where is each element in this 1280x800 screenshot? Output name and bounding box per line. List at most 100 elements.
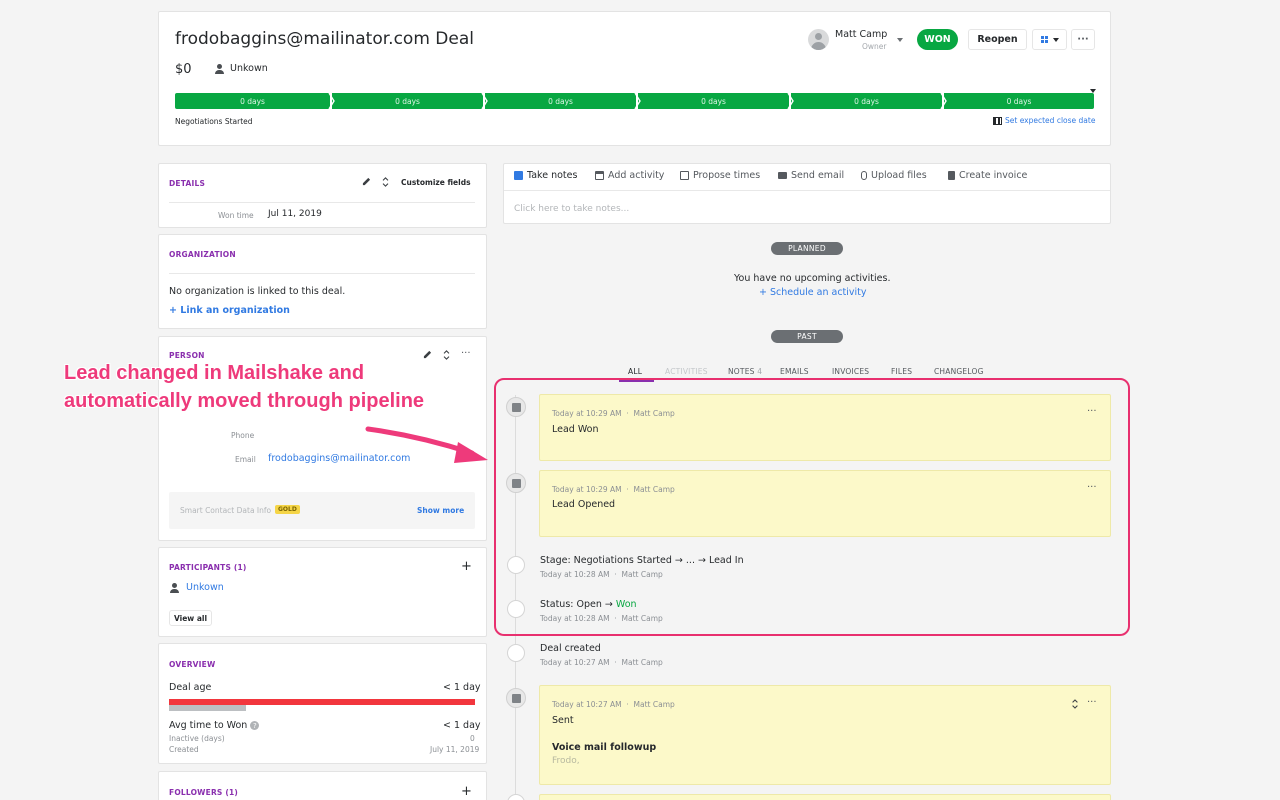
email-timeline-icon	[506, 688, 526, 708]
stage-separator	[481, 93, 488, 109]
annotation-line-1: Lead changed in Mailshake and	[64, 362, 365, 384]
current-stage-marker-icon	[1090, 89, 1096, 93]
envelope-icon	[778, 172, 787, 179]
owner-role: Owner	[862, 42, 887, 51]
details-card	[158, 163, 487, 228]
deal-created-text: Deal created	[540, 643, 601, 654]
smart-contact-label: Smart Contact Data Info	[180, 506, 272, 515]
gold-badge: GOLD	[275, 505, 300, 514]
participant-row[interactable]: Unkown	[169, 582, 224, 593]
tab-invoices[interactable]: INVOICES	[832, 367, 869, 376]
past-pill: PAST	[771, 330, 843, 343]
propose-times-tab[interactable]: Propose times	[680, 170, 760, 181]
email-meta: Today at 10:27 AM · Matt Camp	[552, 700, 675, 709]
status-won-badge[interactable]: WON	[917, 29, 958, 50]
more-actions-button[interactable]: ···	[1071, 29, 1095, 50]
create-invoice-tab[interactable]: Create invoice	[948, 170, 1027, 181]
email-label: Email	[235, 455, 256, 464]
deal-age-label: Deal age	[169, 682, 212, 693]
paperclip-icon	[861, 171, 867, 180]
phone-label: Phone	[231, 431, 255, 440]
person-icon	[214, 63, 224, 74]
pipeline-stage-3[interactable]: 0 days	[485, 93, 636, 109]
avg-time-label: Avg time to Won ?	[169, 720, 260, 731]
add-activity-label: Add activity	[608, 170, 665, 181]
email-more-icon[interactable]: ···	[1087, 697, 1097, 708]
planned-pill: PLANNED	[771, 242, 843, 255]
owner-name[interactable]: Matt Camp	[835, 29, 887, 40]
owner-chevron-down-icon[interactable]	[897, 38, 903, 42]
calendar-icon	[595, 171, 604, 180]
reorder-person-icon[interactable]	[442, 350, 451, 360]
stage-duration: 0 days	[854, 96, 879, 106]
deal-title: frodobaggins@mailinator.com Deal	[175, 29, 474, 49]
notes-input[interactable]: Click here to take notes...	[514, 204, 629, 214]
view-all-participants-button[interactable]: View all	[169, 610, 212, 626]
pipeline-stage-4[interactable]: 0 days	[638, 93, 789, 109]
details-divider	[169, 202, 475, 203]
email-status: Sent	[552, 715, 574, 726]
no-upcoming-text: You have no upcoming activities.	[734, 273, 891, 284]
help-icon[interactable]: ?	[250, 721, 260, 730]
current-stage-label: Negotiations Started	[175, 117, 253, 126]
deal-created-meta: Today at 10:27 AM · Matt Camp	[540, 658, 663, 667]
reopen-button[interactable]: Reopen	[968, 29, 1027, 50]
inactive-value: 0	[470, 734, 475, 743]
organization-divider	[169, 273, 475, 274]
upload-files-label: Upload files	[871, 170, 927, 181]
overview-title: OVERVIEW	[169, 660, 216, 669]
tab-changelog[interactable]: CHANGELOG	[934, 367, 984, 376]
tab-notes-count: 4	[757, 367, 763, 376]
participants-title: PARTICIPANTS (1)	[169, 563, 247, 572]
add-participant-button[interactable]: +	[461, 559, 472, 574]
set-close-date-text: Set expected close date	[1005, 116, 1096, 125]
propose-times-icon	[680, 171, 689, 180]
tab-activities[interactable]: ACTIVITIES	[665, 367, 708, 376]
reorder-details-icon[interactable]	[381, 177, 390, 187]
stage-duration: 0 days	[701, 96, 726, 106]
pipeline-stage-1[interactable]: 0 days	[175, 93, 330, 109]
add-activity-tab[interactable]: Add activity	[595, 170, 664, 181]
expand-email-icon[interactable]	[1071, 699, 1079, 709]
composer-divider	[504, 190, 1110, 191]
stage-duration: 0 days	[548, 96, 573, 106]
edit-details-pencil-icon[interactable]	[362, 177, 371, 186]
link-organization-link[interactable]: + Link an organization	[169, 305, 290, 316]
next-timeline-card[interactable]	[539, 794, 1111, 800]
customize-fields-button[interactable]: Customize fields	[401, 178, 471, 187]
deal-contact[interactable]: Unkown	[214, 63, 268, 74]
person-icon	[169, 582, 179, 593]
stage-separator	[787, 93, 794, 109]
tab-all[interactable]: ALL	[628, 367, 642, 376]
view-switch-button[interactable]	[1032, 29, 1067, 50]
more-icon: ···	[1077, 34, 1089, 45]
send-email-tab[interactable]: Send email	[778, 170, 844, 181]
schedule-activity-link[interactable]: + Schedule an activity	[759, 287, 867, 298]
owner-avatar[interactable]	[808, 29, 829, 50]
add-follower-button[interactable]: +	[461, 784, 472, 799]
pipeline-stage-6[interactable]: 0 days	[944, 93, 1094, 109]
chevron-down-icon	[1052, 37, 1059, 42]
won-time-value[interactable]: Jul 11, 2019	[268, 209, 322, 219]
tab-notes[interactable]: NOTES 4	[728, 367, 762, 376]
person-more-icon[interactable]: ···	[461, 348, 471, 359]
email-subject: Voice mail followup	[552, 742, 657, 753]
show-more-link[interactable]: Show more	[417, 506, 464, 515]
highlight-box	[494, 378, 1130, 636]
upload-files-tab[interactable]: Upload files	[861, 170, 927, 181]
deal-contact-name: Unkown	[230, 63, 268, 74]
take-notes-tab[interactable]: Take notes	[514, 170, 577, 181]
tab-files[interactable]: FILES	[891, 367, 912, 376]
email-time: Today at 10:27 AM	[552, 700, 622, 709]
stage-duration: 0 days	[395, 96, 420, 106]
pipeline-stage-5[interactable]: 0 days	[791, 93, 942, 109]
annotation-arrow	[365, 426, 488, 463]
set-close-date-link[interactable]: Set expected close date	[993, 116, 1095, 125]
stage-separator	[634, 93, 641, 109]
annotation-line-2: automatically moved through pipeline	[64, 390, 425, 412]
tab-emails[interactable]: EMAILS	[780, 367, 809, 376]
deal-value[interactable]: $0	[175, 62, 192, 77]
stage-duration: 0 days	[1006, 96, 1032, 106]
pipeline-stage-2[interactable]: 0 days	[332, 93, 483, 109]
edit-person-pencil-icon[interactable]	[423, 350, 432, 359]
